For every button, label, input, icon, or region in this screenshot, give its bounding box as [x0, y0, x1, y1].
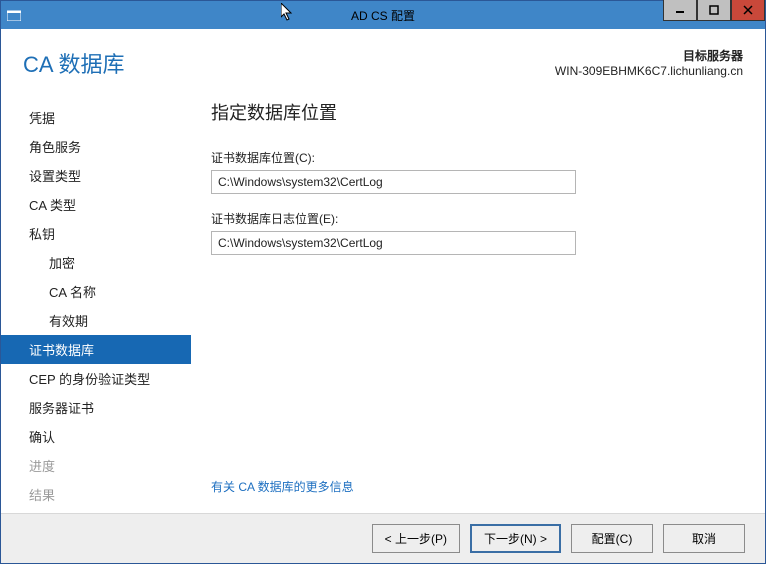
content-row: 凭据角色服务设置类型CA 类型私钥加密CA 名称有效期证书数据库CEP 的身份验… [1, 89, 765, 513]
sidebar-item-11[interactable]: 确认 [1, 422, 191, 451]
sidebar-item-9[interactable]: CEP 的身份验证类型 [1, 364, 191, 393]
page-title: CA 数据库 [23, 47, 124, 79]
db-log-location-label: 证书数据库日志位置(E): [211, 210, 735, 227]
db-location-label: 证书数据库位置(C): [211, 149, 735, 166]
cursor-icon [281, 3, 295, 23]
more-info-link[interactable]: 有关 CA 数据库的更多信息 [211, 478, 354, 495]
sidebar-item-6[interactable]: CA 名称 [1, 277, 191, 306]
close-button[interactable] [731, 0, 765, 21]
server-info: 目标服务器 WIN-309EBHMK6C7.lichunliang.cn [555, 47, 743, 79]
sidebar: 凭据角色服务设置类型CA 类型私钥加密CA 名称有效期证书数据库CEP 的身份验… [1, 89, 191, 513]
sidebar-item-5[interactable]: 加密 [1, 248, 191, 277]
main-panel: 指定数据库位置 证书数据库位置(C): 证书数据库日志位置(E): 有关 CA … [191, 89, 765, 513]
sidebar-item-0[interactable]: 凭据 [1, 103, 191, 132]
previous-button[interactable]: < 上一步(P) [372, 524, 460, 553]
sidebar-item-7[interactable]: 有效期 [1, 306, 191, 335]
configure-button[interactable]: 配置(C) [571, 524, 653, 553]
sidebar-item-2[interactable]: 设置类型 [1, 161, 191, 190]
sidebar-item-13: 结果 [1, 480, 191, 509]
body: CA 数据库 目标服务器 WIN-309EBHMK6C7.lichunliang… [1, 29, 765, 563]
window-controls [663, 1, 765, 29]
sidebar-item-3[interactable]: CA 类型 [1, 190, 191, 219]
server-name: WIN-309EBHMK6C7.lichunliang.cn [555, 64, 743, 78]
window-title: AD CS 配置 [351, 7, 415, 24]
next-button[interactable]: 下一步(N) > [470, 524, 561, 553]
minimize-button[interactable] [663, 0, 697, 21]
cancel-button[interactable]: 取消 [663, 524, 745, 553]
sidebar-item-4[interactable]: 私钥 [1, 219, 191, 248]
dialog-window: AD CS 配置 CA 数据库 目标服务器 WIN-309EBHMK6C7.li… [0, 0, 766, 564]
main-heading: 指定数据库位置 [211, 99, 735, 125]
footer: < 上一步(P) 下一步(N) > 配置(C) 取消 [1, 513, 765, 563]
sidebar-item-12: 进度 [1, 451, 191, 480]
sidebar-item-8[interactable]: 证书数据库 [1, 335, 191, 364]
server-label: 目标服务器 [555, 47, 743, 64]
sidebar-item-10[interactable]: 服务器证书 [1, 393, 191, 422]
app-icon [7, 7, 23, 23]
maximize-button[interactable] [697, 0, 731, 21]
titlebar: AD CS 配置 [1, 1, 765, 29]
sidebar-item-1[interactable]: 角色服务 [1, 132, 191, 161]
db-log-location-input[interactable] [211, 231, 576, 255]
header-row: CA 数据库 目标服务器 WIN-309EBHMK6C7.lichunliang… [1, 29, 765, 89]
db-location-input[interactable] [211, 170, 576, 194]
